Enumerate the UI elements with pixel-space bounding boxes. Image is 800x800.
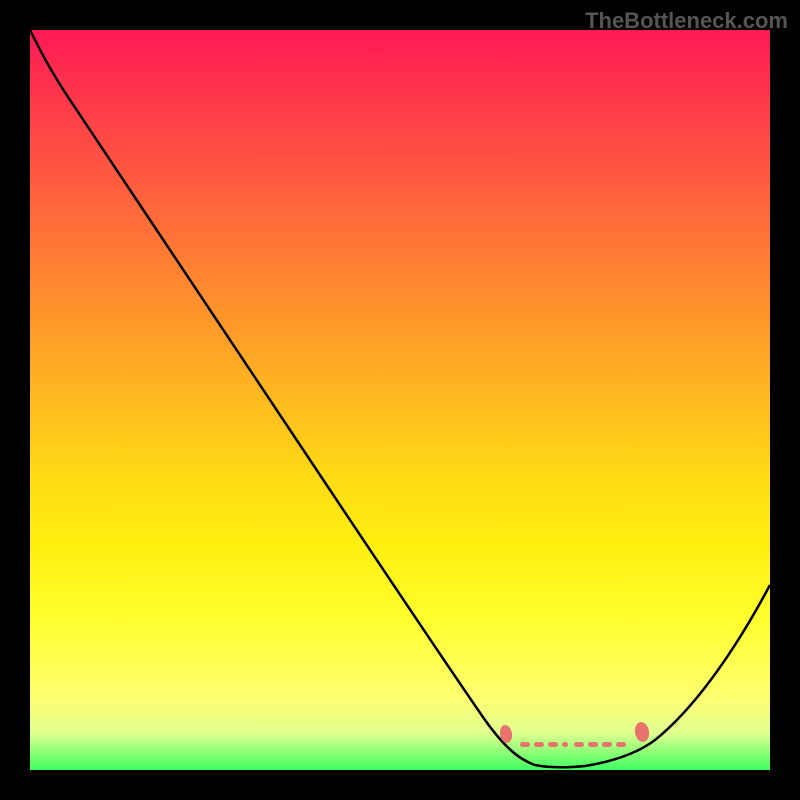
dot-2	[534, 742, 544, 747]
dot-5	[574, 742, 584, 747]
dot-6	[588, 742, 598, 747]
plot-area	[30, 30, 770, 770]
dot-3	[548, 742, 558, 747]
curve-path	[30, 30, 770, 767]
watermark-text: TheBottleneck.com	[585, 8, 788, 34]
dot-4	[562, 742, 568, 747]
dot-1	[520, 742, 530, 747]
line-curve	[30, 30, 770, 770]
dot-7	[602, 742, 612, 747]
dot-8	[616, 742, 626, 747]
dotted-markers	[520, 742, 630, 750]
